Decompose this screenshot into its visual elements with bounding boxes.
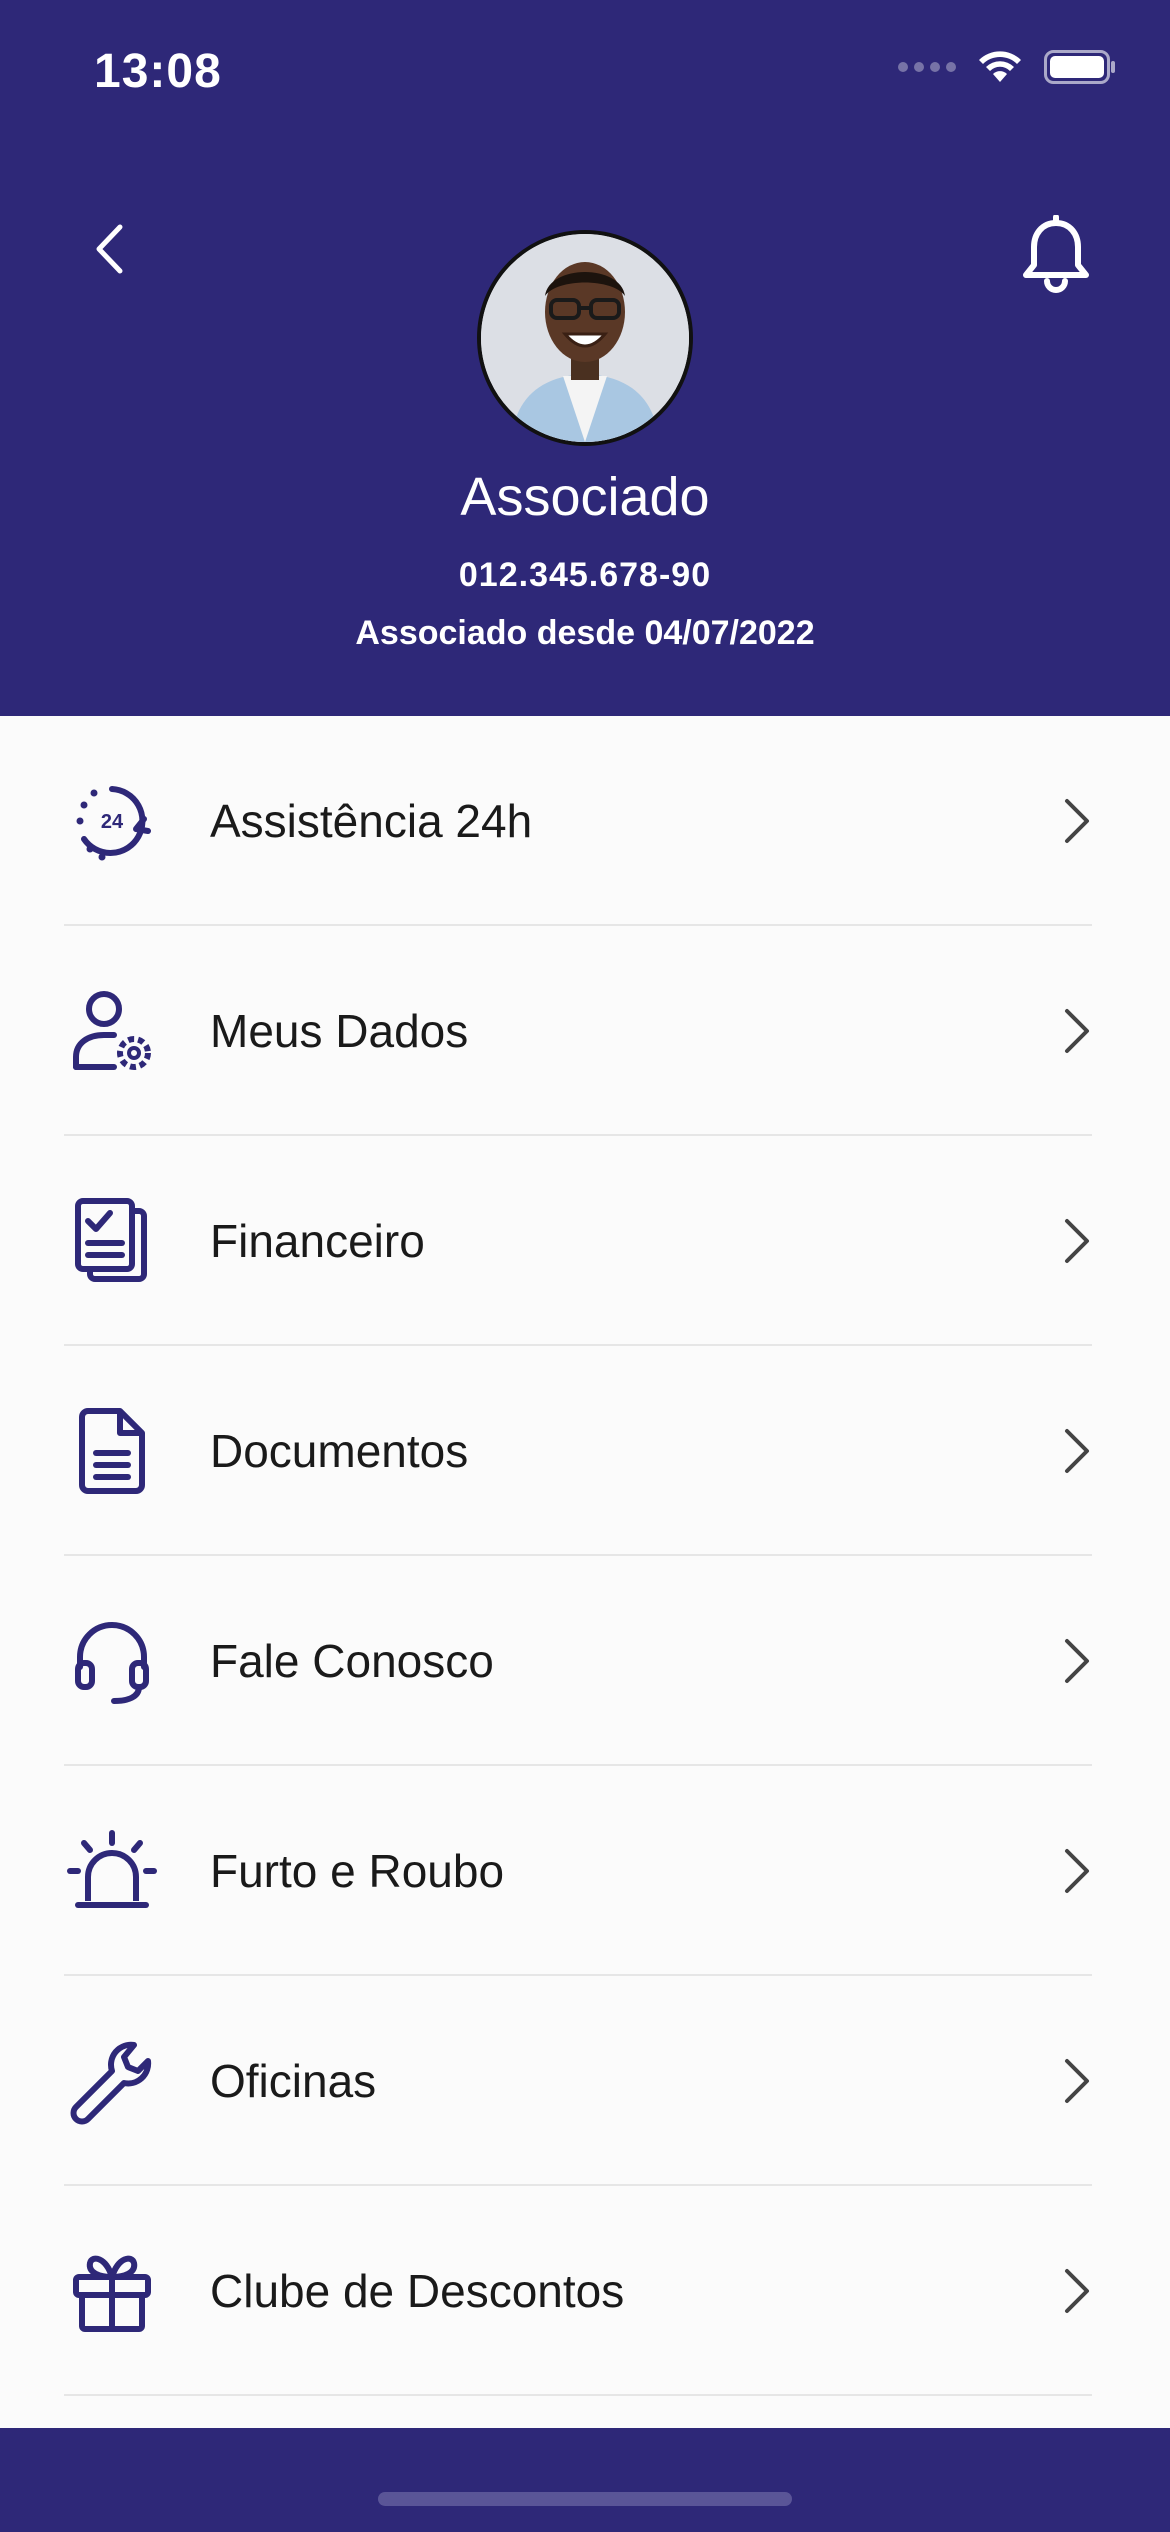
- document-icon: [64, 1403, 160, 1499]
- menu-item-documentos[interactable]: Documentos: [0, 1346, 1170, 1556]
- chevron-right-icon: [1056, 791, 1096, 851]
- menu-item-clube-descontos[interactable]: Clube de Descontos: [0, 2186, 1170, 2396]
- menu-item-label: Clube de Descontos: [210, 2265, 625, 2317]
- chevron-right-icon: [1056, 2261, 1096, 2321]
- notifications-button[interactable]: [1016, 210, 1096, 300]
- wifi-icon: [979, 51, 1021, 82]
- chevron-right-icon: [1056, 1211, 1096, 1271]
- status-time: 13:08: [94, 45, 222, 98]
- menu-item-label: Oficinas: [210, 2055, 377, 2107]
- menu-item-financeiro[interactable]: Financeiro: [0, 1136, 1170, 1346]
- chevron-left-icon: [96, 224, 123, 274]
- chevron-right-icon: [1056, 1631, 1096, 1691]
- menu-item-meus-dados[interactable]: Meus Dados: [0, 926, 1170, 1136]
- menu-list: 24 Assistência 24h Meus Dados Financeiro…: [0, 716, 1170, 2396]
- menu-item-fale-conosco[interactable]: Fale Conosco: [0, 1556, 1170, 1766]
- chevron-right-icon: [1056, 1841, 1096, 1901]
- alarm-siren-icon: [64, 1823, 160, 1919]
- menu-item-assistencia[interactable]: 24 Assistência 24h: [0, 716, 1170, 926]
- avatar[interactable]: [477, 230, 693, 446]
- menu-item-furto-roubo[interactable]: Furto e Roubo: [0, 1766, 1170, 1976]
- menu-item-label: Fale Conosco: [210, 1635, 494, 1687]
- menu-item-label: Financeiro: [210, 1215, 425, 1267]
- avatar-photo: [481, 234, 689, 442]
- financial-documents-icon: [64, 1193, 160, 1289]
- menu-item-label: Furto e Roubo: [210, 1845, 505, 1897]
- status-icons: [898, 50, 1116, 84]
- user-settings-icon: [64, 983, 160, 1079]
- chevron-right-icon: [1056, 2051, 1096, 2111]
- svg-text:24: 24: [101, 811, 124, 833]
- menu-item-label: Meus Dados: [210, 1005, 469, 1057]
- battery-icon: [1044, 50, 1115, 84]
- bell-icon: [1023, 215, 1089, 293]
- home-indicator[interactable]: [378, 2492, 792, 2506]
- divider: [64, 2394, 1092, 2396]
- assistance-24h-icon: 24: [64, 773, 160, 869]
- headset-icon: [64, 1613, 160, 1709]
- profile-cpf: 012.345.678-90: [458, 556, 712, 594]
- profile-screen: 13:08 Associado 012.345.678-90 Associado…: [0, 0, 1170, 2532]
- gift-icon: [64, 2243, 160, 2339]
- menu-item-label: Documentos: [210, 1425, 469, 1477]
- bottom-bar: [0, 2428, 1170, 2532]
- profile-name: Associado: [460, 467, 710, 527]
- wrench-icon: [64, 2033, 160, 2129]
- member-since: Associado desde 04/07/2022: [355, 614, 815, 652]
- signal-icon: [898, 62, 956, 72]
- back-button[interactable]: [84, 214, 134, 284]
- menu-item-oficinas[interactable]: Oficinas: [0, 1976, 1170, 2186]
- chevron-right-icon: [1056, 1001, 1096, 1061]
- menu-item-label: Assistência 24h: [210, 795, 533, 847]
- chevron-right-icon: [1056, 1421, 1096, 1481]
- profile-header: 13:08 Associado 012.345.678-90 Associado…: [0, 0, 1170, 716]
